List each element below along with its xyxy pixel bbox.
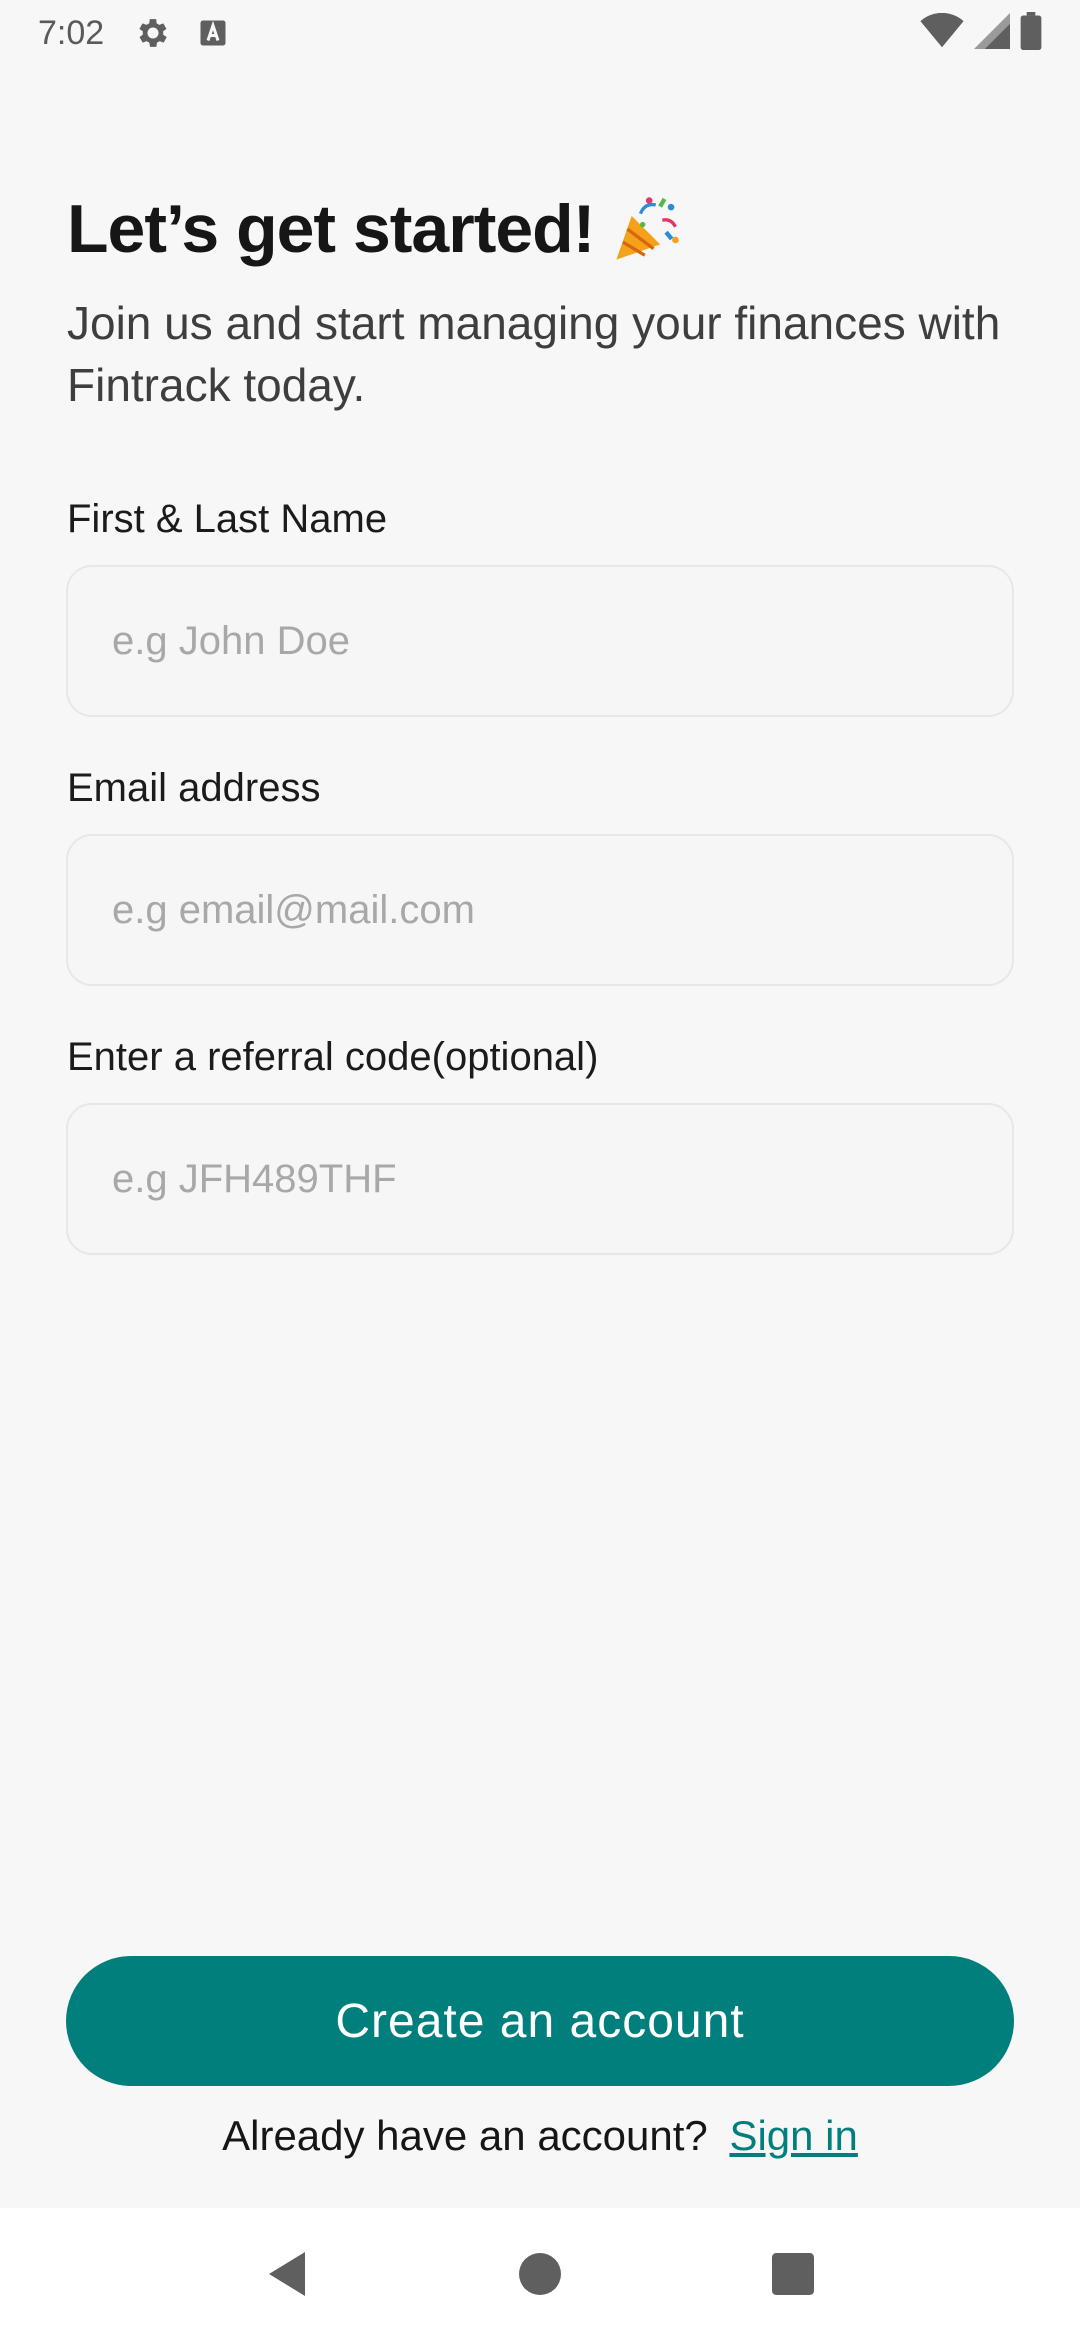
create-account-button[interactable]: Create an account xyxy=(66,1956,1014,2086)
email-field-container[interactable] xyxy=(66,834,1014,986)
gear-icon xyxy=(134,14,172,52)
name-input[interactable] xyxy=(112,618,1012,664)
status-bar: 7:02 xyxy=(0,0,1080,66)
email-label: Email address xyxy=(67,766,321,810)
signin-link[interactable]: Sign in xyxy=(729,2112,857,2159)
signal-icon xyxy=(974,12,1010,54)
back-icon[interactable] xyxy=(237,2224,337,2324)
email-input[interactable] xyxy=(112,887,1012,933)
home-icon[interactable] xyxy=(490,2224,590,2324)
signin-row: Already have an account? Sign in xyxy=(0,2112,1080,2160)
referral-field-container[interactable] xyxy=(66,1103,1014,1255)
status-time: 7:02 xyxy=(38,13,105,52)
party-popper-icon xyxy=(612,194,682,264)
page-title: Let’s get started! xyxy=(67,191,595,267)
referral-label: Enter a referral code(optional) xyxy=(67,1035,599,1079)
page-subtitle: Join us and start managing your finances… xyxy=(67,297,1001,411)
name-field-container[interactable] xyxy=(66,565,1014,717)
battery-icon xyxy=(1020,11,1042,55)
status-right-icons xyxy=(920,11,1042,55)
navigation-bar xyxy=(0,2208,1080,2340)
heading-row: Let’s get started! xyxy=(67,190,682,268)
name-label: First & Last Name xyxy=(67,497,388,541)
signin-prompt: Already have an account? xyxy=(222,2112,708,2159)
keyboard-a-icon xyxy=(198,18,228,48)
wifi-icon xyxy=(920,12,964,54)
recents-icon[interactable] xyxy=(743,2224,843,2324)
referral-input[interactable] xyxy=(112,1156,1012,1202)
